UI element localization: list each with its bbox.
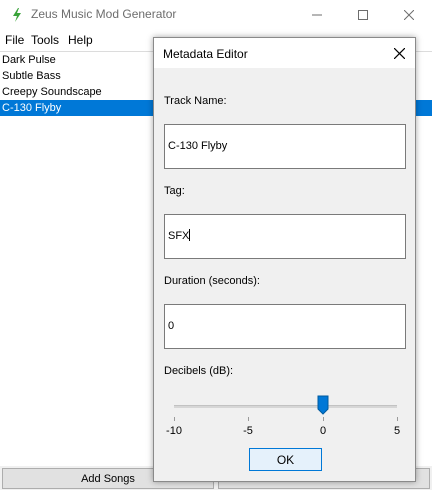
menu-tools[interactable]: Tools [31,33,59,47]
tag-value: SFX [168,230,190,242]
slider-tick [174,417,175,421]
slider-tick [323,417,324,421]
lightning-bolt-icon [13,8,21,22]
text-caret [189,229,191,241]
dialog-titlebar: Metadata Editor [154,38,415,68]
duration-field[interactable]: 0 [164,304,406,349]
tag-label: Tag: [164,185,185,197]
slider-tick-label: -5 [243,425,253,437]
minimize-icon [312,14,322,16]
close-icon [394,47,405,59]
metadata-editor-dialog: Metadata Editor Track Name: C-130 Flyby … [153,37,416,482]
track-name-value: C-130 Flyby [168,140,228,152]
track-name-label: Track Name: [164,95,227,107]
close-button[interactable] [386,0,432,30]
decibels-label: Decibels (dB): [164,365,234,377]
slider-tick-label: 0 [319,425,327,437]
ok-button[interactable]: OK [249,448,322,471]
duration-label: Duration (seconds): [164,275,260,287]
minimize-button[interactable] [294,0,340,30]
slider-tick [248,417,249,421]
decibels-slider-track[interactable] [174,405,397,408]
dialog-title: Metadata Editor [163,47,248,61]
ok-label: OK [276,452,295,467]
dialog-close-button[interactable] [384,38,415,68]
duration-value: 0 [168,320,175,332]
close-icon [404,10,414,20]
maximize-button[interactable] [340,0,386,30]
maximize-icon [358,10,368,20]
track-name-field[interactable]: C-130 Flyby [164,124,406,169]
add-songs-label: Add Songs [81,472,135,485]
menu-help[interactable]: Help [68,33,93,47]
slider-tick [397,417,398,421]
tag-field[interactable]: SFX [164,214,406,259]
decibels-slider-thumb[interactable] [317,395,329,415]
app-title: Zeus Music Mod Generator [31,7,177,21]
main-titlebar: Zeus Music Mod Generator [0,0,432,30]
slider-tick-label: 5 [393,425,401,437]
menu-file[interactable]: File [5,33,24,47]
slider-tick-label: -10 [166,425,182,437]
